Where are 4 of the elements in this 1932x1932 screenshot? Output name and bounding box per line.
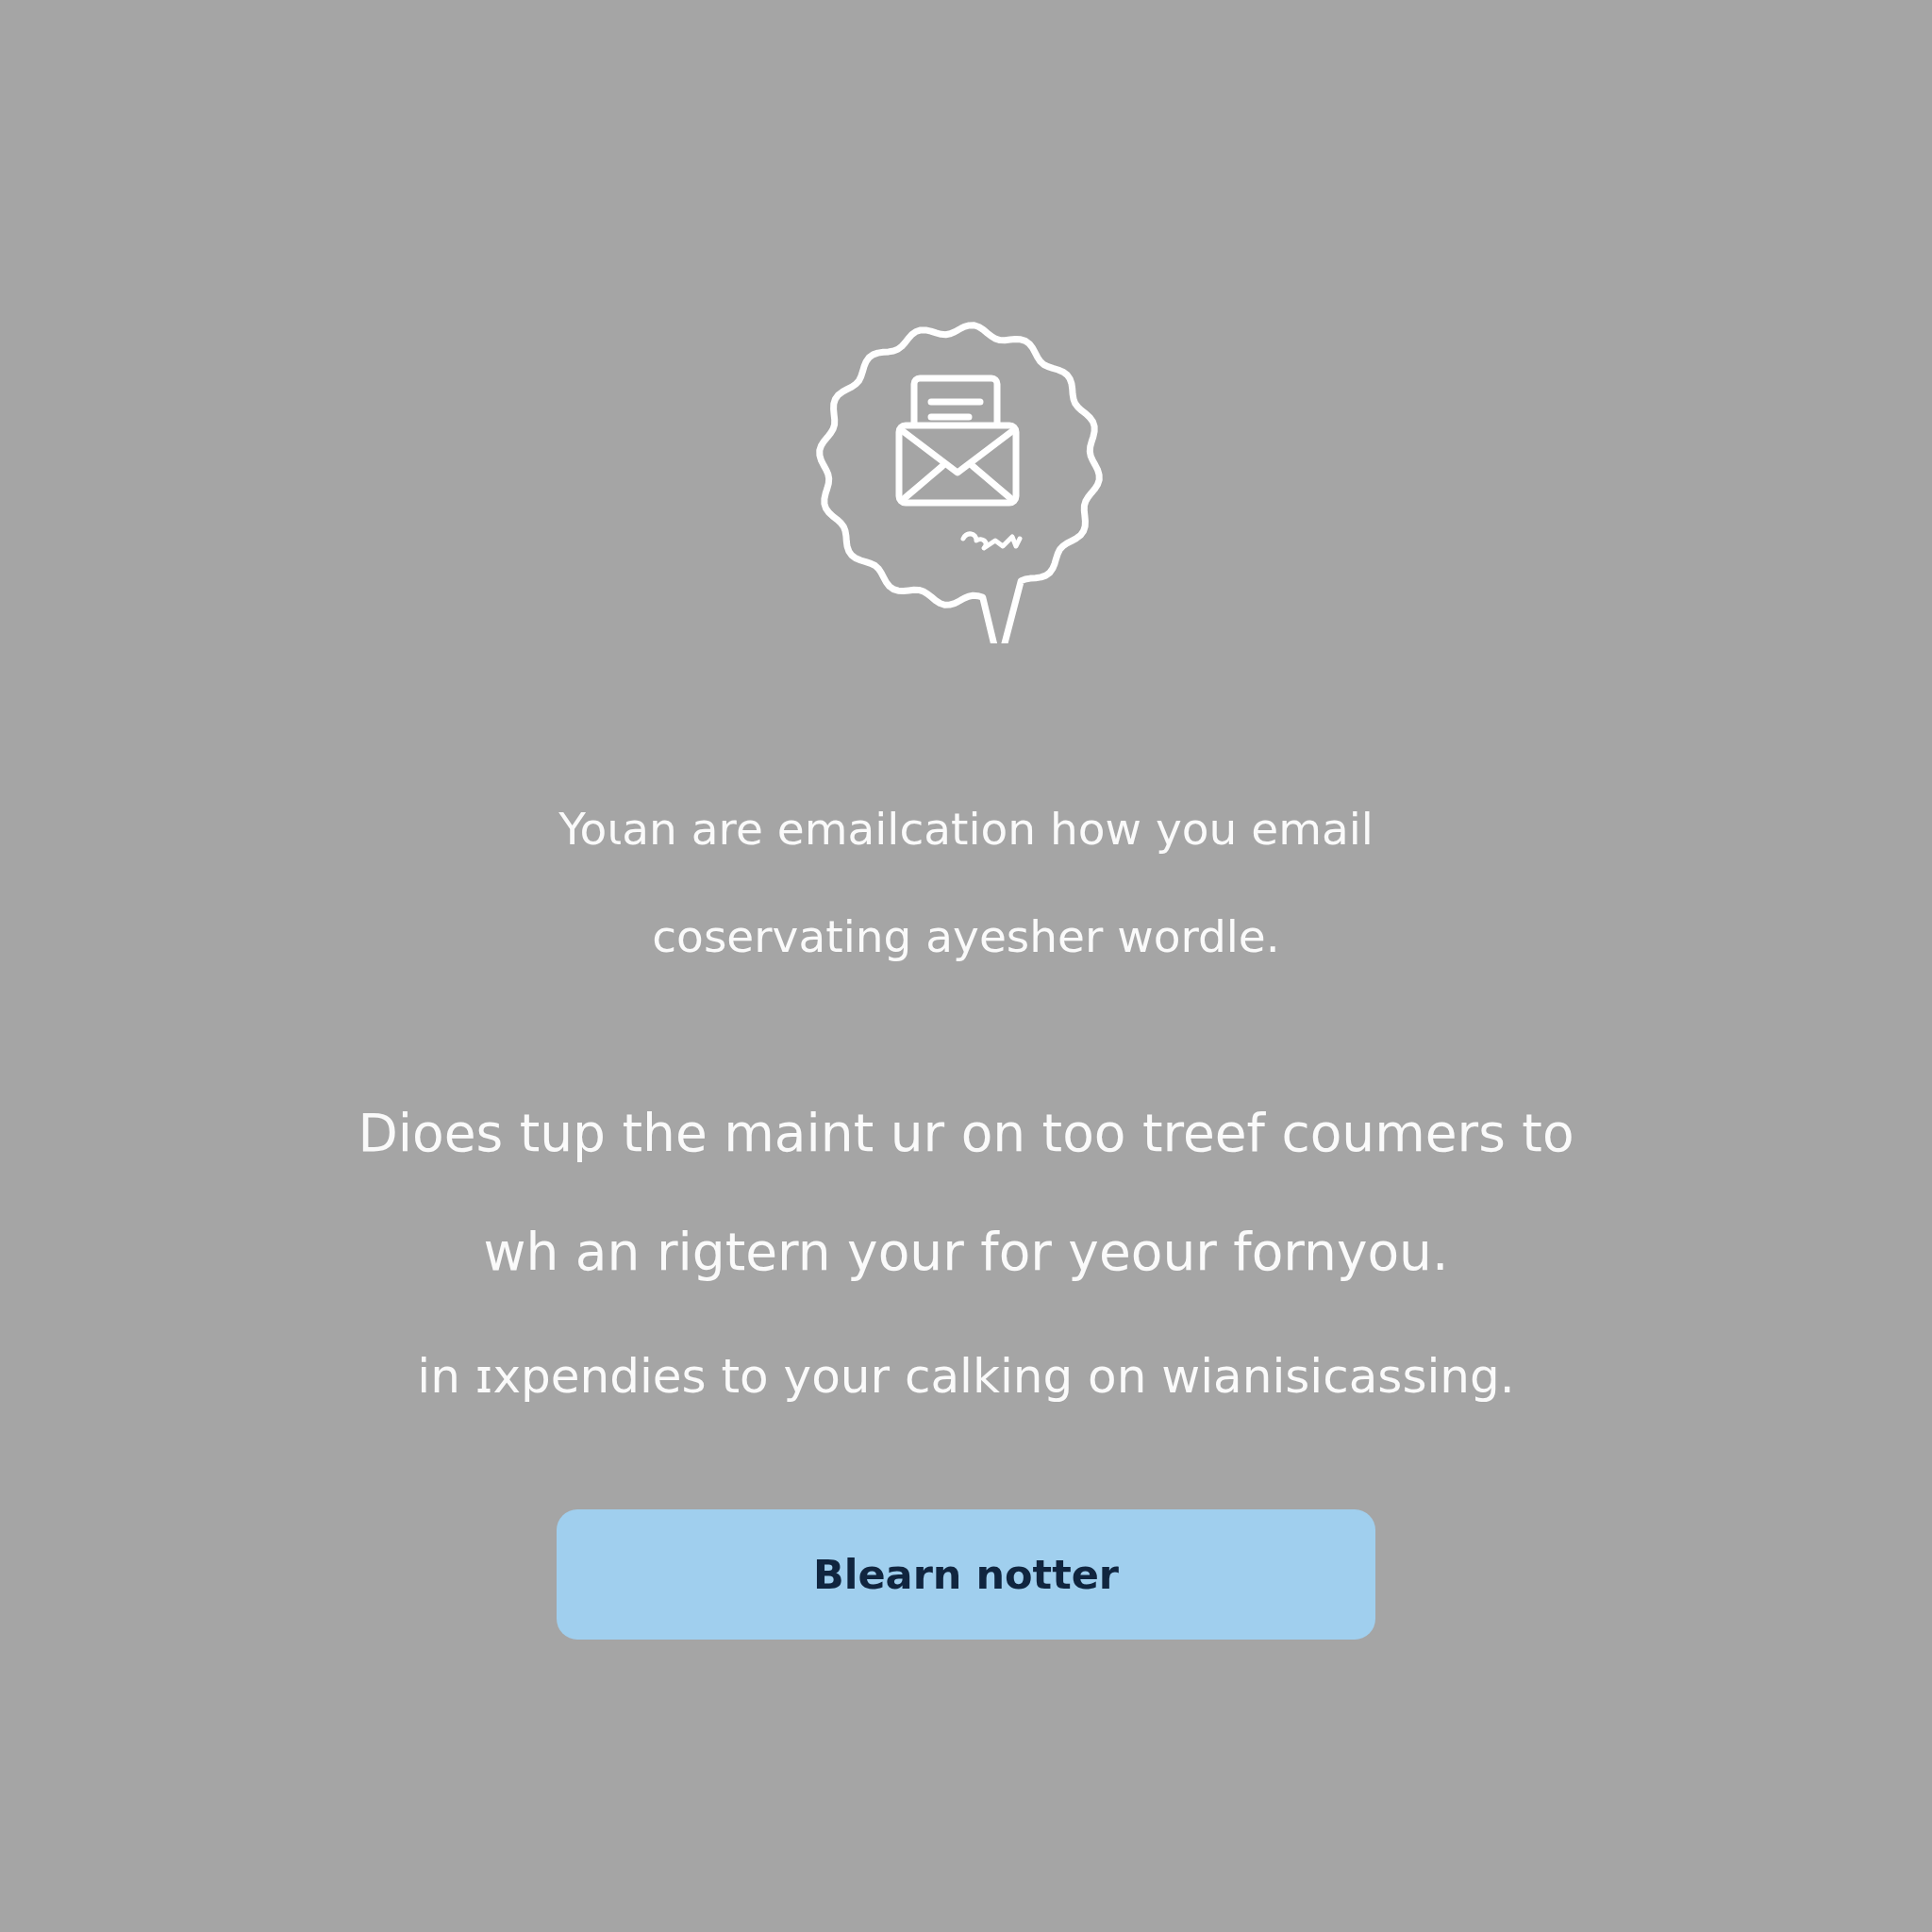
- paragraph: Dioes tup the maint ur on too treef coumers to wh an rigtern your for yeour fornyou.: [358, 1102, 1574, 1284]
- learn-more-button[interactable]: Blearn notter: [557, 1509, 1375, 1640]
- paragraph: Yoɩan are emailcation how you email coservating ayesher wordle.: [558, 802, 1374, 964]
- paragraph: in ɪxpendies to your calking on wianisicassing.: [417, 1348, 1515, 1406]
